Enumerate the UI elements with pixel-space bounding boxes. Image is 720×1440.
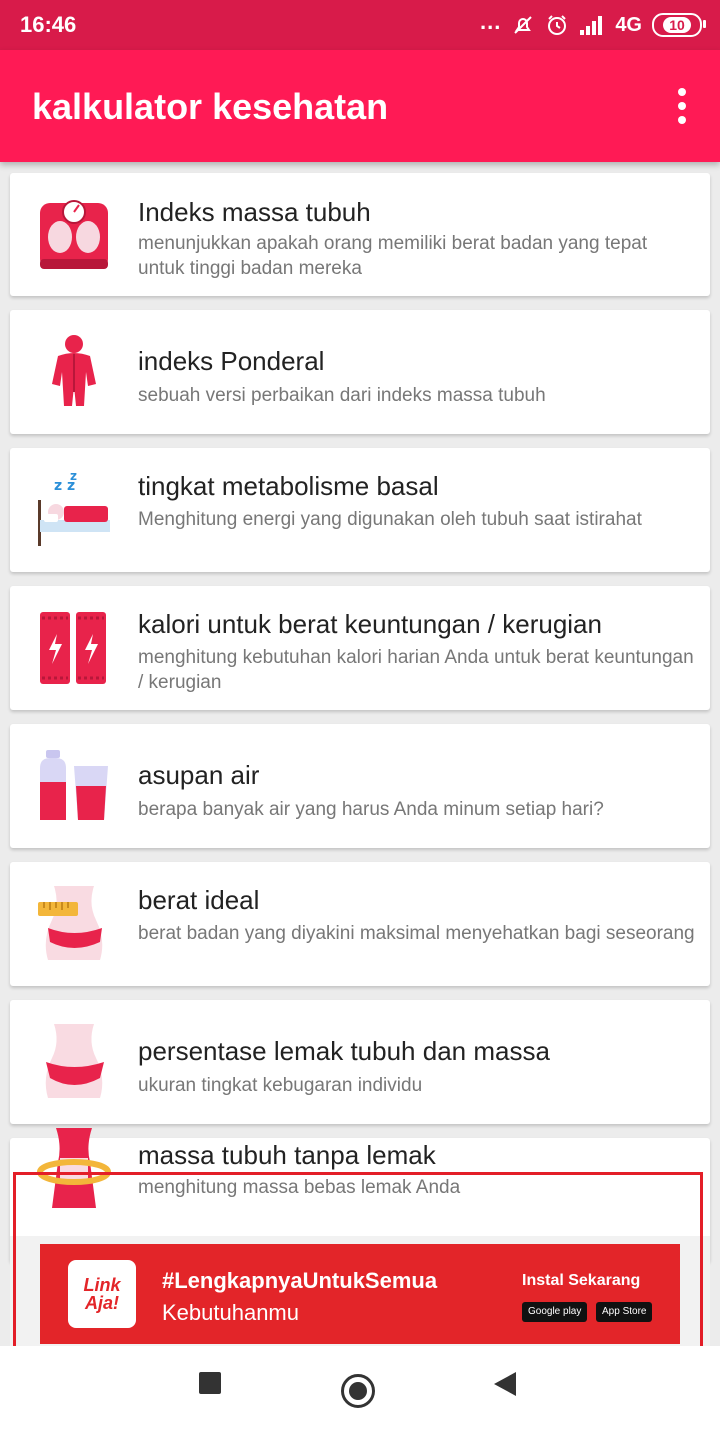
svg-text:z: z [70,470,77,483]
item-title: tingkat metabolisme basal [138,471,439,501]
app-bar: kalkulator kesehatan [0,50,720,162]
item-description: menghitung kebutuhan kalori harian Anda … [138,647,694,693]
battery-icon: 10 [652,13,706,37]
notification-dots: ... [479,9,502,34]
item-description: menunjukkan apakah orang memiliki berat … [138,233,648,279]
waist-measure-icon [38,886,103,960]
alarm-icon [548,15,567,35]
item-title: asupan air [138,760,260,790]
list-item-bmr[interactable]: z z z tingkat metabolisme basal Menghitu… [10,448,710,572]
signal-icon [580,16,603,35]
network-type: 4G [615,13,642,36]
back-icon[interactable] [494,1372,516,1396]
status-bar: 16:46 ... 4G 10 [0,0,720,50]
system-nav-bar [0,1346,720,1440]
energy-bars-icon [40,612,106,684]
list-item-calories[interactable]: kalori untuk berat keuntungan / kerugian… [10,586,710,710]
item-description: sebuah versi perbaikan dari indeks massa… [138,385,546,406]
item-title: kalori untuk berat keuntungan / kerugian [138,609,602,639]
sleeping-bed-icon: z z z [38,470,110,546]
body-icon [52,335,96,406]
list-item-ponderal[interactable]: indeks Ponderal sebuah versi perbaikan d… [10,310,710,434]
weight-scale-icon [40,200,108,269]
hips-icon [45,1024,104,1098]
list-item-ideal-weight[interactable]: berat ideal berat badan yang diyakini ma… [10,862,710,986]
item-title: persentase lemak tubuh dan massa [138,1036,550,1066]
list-item-body-fat[interactable]: persentase lemak tubuh dan massa ukuran … [10,1000,710,1124]
item-description: ukuran tingkat kebugaran individu [138,1075,423,1096]
app-title: kalkulator kesehatan [32,86,389,127]
mute-icon [514,16,533,34]
item-title: berat ideal [138,885,260,915]
item-description: berat badan yang diyakini maksimal menye… [138,923,695,944]
recents-icon[interactable] [199,1372,221,1394]
battery-level: 10 [663,17,691,33]
home-icon[interactable] [341,1374,375,1408]
list-item-bmi[interactable]: Indeks massa tubuh menunjukkan apakah or… [10,173,710,296]
status-icons: ... 4G 10 [479,9,706,40]
item-title: massa tubuh tanpa lemak [138,1140,436,1170]
item-description: berapa banyak air yang harus Anda minum … [138,799,604,820]
list-item-water[interactable]: asupan air berapa banyak air yang harus … [10,724,710,848]
item-description: Menghitung energi yang digunakan oleh tu… [138,509,642,530]
item-title: Indeks massa tubuh [138,197,371,227]
item-title: indeks Ponderal [138,346,325,376]
status-time: 16:46 [20,12,77,37]
overflow-menu-icon[interactable] [672,88,692,124]
water-bottle-glass-icon [40,750,108,820]
